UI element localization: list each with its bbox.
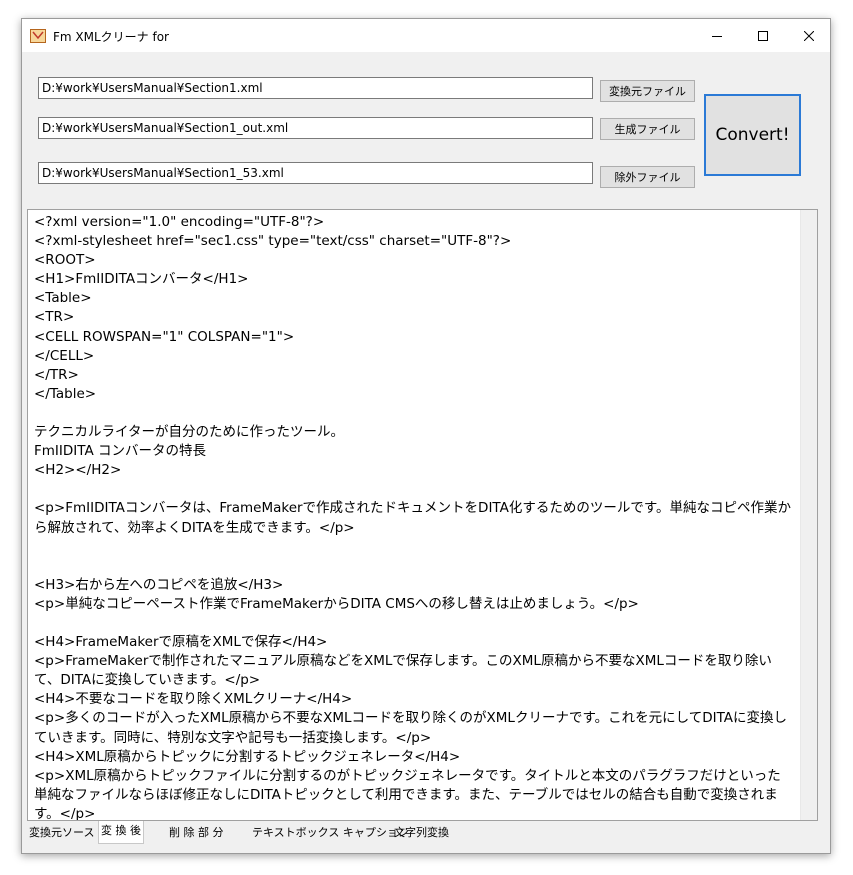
exclude-path-input[interactable]: D:¥work¥UsersManual¥Section1_53.xml [38,162,593,184]
close-button[interactable] [786,19,832,52]
convert-button[interactable]: Convert! [704,94,801,176]
exclude-file-button[interactable]: 除外ファイル [600,166,695,188]
tab-converted[interactable]: 変 換 後 [98,821,144,844]
source-path-input[interactable]: D:¥work¥UsersManual¥Section1.xml [38,77,593,99]
close-icon [804,30,814,41]
minimize-icon [712,35,722,37]
maximize-button[interactable] [740,19,786,52]
minimize-button[interactable] [694,19,740,52]
app-window: Fm XMLクリーナ for D:¥work¥UsersManual¥Secti… [21,18,831,854]
output-path-input[interactable]: D:¥work¥UsersManual¥Section1_out.xml [38,117,593,139]
maximize-icon [758,30,768,41]
app-icon [30,28,46,43]
vertical-scrollbar[interactable] [800,210,817,820]
source-file-button[interactable]: 変換元ファイル [600,80,695,102]
tab-textbox-caption[interactable]: テキストボックス キャプション [250,823,411,843]
tab-source[interactable]: 変換元ソース [27,823,96,843]
tab-deleted[interactable]: 削 除 部 分 [167,823,226,843]
output-file-button[interactable]: 生成ファイル [600,118,695,140]
output-text-editor[interactable]: <?xml version="1.0" encoding="UTF-8"?> <… [27,209,818,821]
title-bar[interactable]: Fm XMLクリーナ for [22,19,830,52]
editor-content[interactable]: <?xml version="1.0" encoding="UTF-8"?> <… [34,213,794,820]
tab-string-conversion[interactable]: 文字列変換 [392,823,451,843]
window-title: Fm XMLクリーナ for [53,30,169,44]
